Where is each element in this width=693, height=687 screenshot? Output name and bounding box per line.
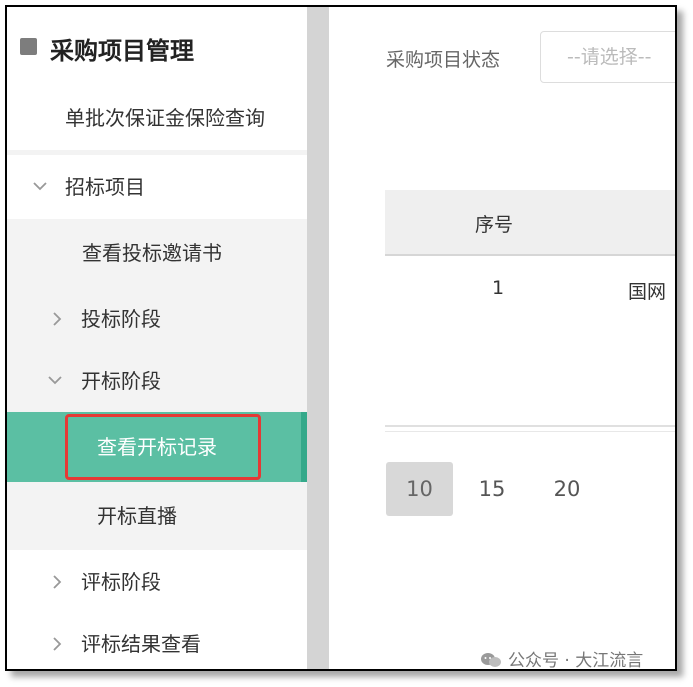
sidebar-item-label: 查看投标邀请书 xyxy=(82,241,222,265)
sidebar-item-bidding-stage[interactable]: 投标阶段 xyxy=(7,287,307,351)
sidebar-item-opening-stage[interactable]: 开标阶段 xyxy=(7,349,307,413)
screenshot-frame: 采购项目管理 单批次保证金保险查询 招标项目 查看投标邀请书 投标阶段 开标阶段 xyxy=(5,5,677,671)
sidebar-item-label: 评标阶段 xyxy=(81,570,161,594)
page-size-20[interactable]: 20 xyxy=(550,462,584,516)
sidebar-item-label: 投标阶段 xyxy=(81,307,161,331)
sidebar-item-deposit-insurance-query[interactable]: 单批次保证金保险查询 xyxy=(7,86,307,150)
column-header-index: 序号 xyxy=(475,214,514,236)
sidebar-title: 采购项目管理 xyxy=(50,37,194,65)
table-cell-name[interactable]: 国网 xyxy=(628,277,666,304)
wechat-icon xyxy=(480,652,502,668)
project-status-select[interactable]: --请选择-- xyxy=(540,31,675,83)
page-size-15[interactable]: 15 xyxy=(477,462,507,516)
sidebar-item-label: 开标阶段 xyxy=(81,369,161,393)
chevron-right-icon xyxy=(51,612,63,669)
sidebar-item-view-invitation[interactable]: 查看投标邀请书 xyxy=(7,221,307,285)
sidebar-item-label: 招标项目 xyxy=(65,175,145,199)
sidebar-item-evaluation-stage[interactable]: 评标阶段 xyxy=(7,550,307,614)
watermark-text: 公众号 · 大江流言 xyxy=(508,651,644,671)
table-cell-index: 1 xyxy=(492,277,505,299)
table-header: 序号 xyxy=(385,190,675,256)
main-content: 采购项目状态 --请选择-- 序号 1 国网 10 15 20 xyxy=(329,7,675,669)
watermark: 公众号 · 大江流言 xyxy=(480,646,643,671)
sidebar-scroll-divider[interactable] xyxy=(307,7,329,669)
page-size-10[interactable]: 10 xyxy=(386,462,453,516)
sidebar-item-label: 开标直播 xyxy=(97,504,177,528)
filter-label: 采购项目状态 xyxy=(386,49,501,71)
sidebar-item-evaluation-result[interactable]: 评标结果查看 xyxy=(7,612,307,669)
table-bottom-border xyxy=(385,425,675,432)
menu-square-icon xyxy=(20,38,37,55)
sidebar: 采购项目管理 单批次保证金保险查询 招标项目 查看投标邀请书 投标阶段 开标阶段 xyxy=(7,7,307,669)
sidebar-item-label: 单批次保证金保险查询 xyxy=(65,106,265,130)
highlight-box xyxy=(65,414,261,480)
sidebar-item-tender-project[interactable]: 招标项目 xyxy=(7,155,307,219)
sidebar-header: 采购项目管理 xyxy=(7,7,307,87)
sidebar-item-label: 评标结果查看 xyxy=(81,632,201,656)
sidebar-item-live-opening[interactable]: 开标直播 xyxy=(7,484,307,548)
